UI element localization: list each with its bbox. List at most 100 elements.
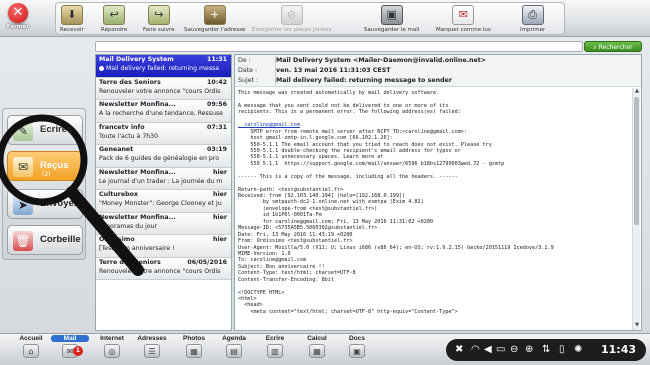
mark-read-label: Marquer comme lus xyxy=(436,27,491,33)
forward-label: Faire suivre xyxy=(143,27,175,33)
message-subject: Renouveler votre annonce "cours Ordis xyxy=(99,267,221,275)
folder-sent[interactable]: ➤ Envoyés xyxy=(7,189,83,219)
dock-label: Internet xyxy=(100,335,124,342)
docs-icon: ▣ xyxy=(349,344,365,358)
message-sender: Geneanet xyxy=(99,146,134,153)
search-input[interactable] xyxy=(95,41,583,52)
message-body: This message was created automatically b… xyxy=(238,90,631,330)
dock-item-internet[interactable]: Internet ◎ xyxy=(93,335,131,358)
receive-mail-icon: ⬇ xyxy=(60,5,83,25)
save-mail-button[interactable]: ▣ Sauvegarder le mail xyxy=(364,5,419,33)
system-tray: ✖ ◠ ◀ ▭ ⊖ ⊕ ⇅ ▯ ✺ 11:43 xyxy=(446,339,646,361)
reply-icon: ↩ xyxy=(103,5,126,25)
network-icon[interactable]: ⇅ xyxy=(542,343,550,357)
dock-item-docs[interactable]: Docs ▣ xyxy=(338,335,376,358)
dock-item-photos[interactable]: Photos ▦ xyxy=(175,335,213,358)
folder-inbox[interactable]: ✉ Reçus (2) xyxy=(7,151,83,181)
message-time: hier xyxy=(212,236,227,243)
save-mail-icon: ▣ xyxy=(380,5,403,25)
sent-icon: ➤ xyxy=(13,195,33,215)
save-attachments-button[interactable]: ⊘ Enregistrer les pièces jointes xyxy=(252,5,331,33)
folder-label: Ecrire xyxy=(40,124,67,135)
dock-item-calc[interactable]: Calcul ▦ xyxy=(298,335,336,358)
calendar-icon: ▤ xyxy=(226,344,242,358)
save-attachments-label: Enregistrer les pièces jointes xyxy=(252,27,332,33)
message-time: 06/05/2016 xyxy=(187,258,227,266)
dock-item-write[interactable]: Ecrire ▥ xyxy=(256,335,294,358)
trash-icon: 🗑 xyxy=(13,231,33,251)
message-time: 09:56 xyxy=(206,101,227,108)
message-item[interactable]: Culturebox hier "Money Monster": George … xyxy=(96,190,231,213)
reply-button[interactable]: ↩ Répondre xyxy=(101,5,127,33)
trash-tray-icon[interactable]: ▯ xyxy=(559,343,565,357)
search-bar: ⌕ Rechercher xyxy=(95,41,642,52)
minus-icon[interactable]: ⊖ xyxy=(510,343,518,357)
scroll-up-icon[interactable]: ▲ xyxy=(633,88,641,96)
battery-icon[interactable]: ▭ xyxy=(496,343,505,357)
from-value: Mail Delivery System <Mailer-Daemon@inva… xyxy=(276,57,487,64)
receive-button[interactable]: ⬇ Recevoir xyxy=(60,5,84,33)
dock-label: Photos xyxy=(182,335,206,342)
unread-dot-icon xyxy=(99,65,104,71)
folder-label: Envoyés xyxy=(40,198,80,209)
date-value: ven. 13 mai 2016 11:31:03 CEST xyxy=(276,67,391,74)
folder-panel: ✎ Ecrire ✉ Reçus (2) ➤ Envoyés 🗑 Corbeil… xyxy=(2,108,86,260)
scrollbar[interactable]: ▲ ▼ xyxy=(632,88,640,330)
message-item[interactable]: Mail Delivery System 11:31 Mail delivery… xyxy=(96,55,231,78)
close-button[interactable]: ✕ Fermer xyxy=(5,3,31,33)
date-label: Date : xyxy=(238,67,258,74)
message-item[interactable]: Newsletter Monfina... hier Panoramas du … xyxy=(96,212,231,235)
message-item[interactable]: Geneanet 03:19 Pack de 6 guides de généa… xyxy=(96,145,231,168)
wifi-icon[interactable]: ◠ xyxy=(471,343,480,357)
scroll-thumb[interactable] xyxy=(634,97,639,225)
message-item[interactable]: Terre des Seniors 10:42 Renouveler votre… xyxy=(96,77,231,100)
dock-item-contacts[interactable]: Adresses ☰ xyxy=(133,335,171,358)
search-button[interactable]: ⌕ Rechercher xyxy=(584,41,642,52)
dock-item-home[interactable]: Accueil ⌂ xyxy=(12,335,50,358)
mark-read-button[interactable]: ✉ Marquer comme lus xyxy=(436,5,491,33)
dock-label: Calcul xyxy=(307,335,327,342)
message-item[interactable]: francetv info 07:31 Toute l'actu à 7h30 xyxy=(96,122,231,145)
message-item[interactable]: Ordissimo hier [Test] Bon anniversaire ! xyxy=(96,235,231,258)
save-address-button[interactable]: + Sauvegarder l'adresse xyxy=(184,5,245,33)
close-label: Fermer xyxy=(6,24,30,30)
write-doc-icon: ▥ xyxy=(267,344,283,358)
dock-item-mail[interactable]: Mail ✉ 1 xyxy=(51,335,89,358)
message-subject: Le journal d'un trader : La journée du m xyxy=(99,177,223,185)
message-item[interactable]: Newsletter Monfina... 09:56 A la recherc… xyxy=(96,100,231,123)
dock-label: Agenda xyxy=(222,335,246,342)
message-item[interactable]: Newsletter Monfina... hier Le journal d'… xyxy=(96,167,231,190)
message-subject: Panoramas du jour xyxy=(99,222,158,230)
attachment-icon: ⊘ xyxy=(280,5,303,25)
message-time: 10:42 xyxy=(206,78,227,86)
toolbar-button-group: ⬇ Recevoir ↩ Répondre ↪ Faire suivre + S… xyxy=(55,2,565,35)
folder-write[interactable]: ✎ Ecrire xyxy=(7,115,83,145)
print-label: Imprimer xyxy=(520,27,546,33)
message-sender: Terre des Seniors xyxy=(99,78,161,86)
search-button-label: Rechercher xyxy=(598,44,633,51)
scroll-down-icon[interactable]: ▼ xyxy=(633,322,641,330)
print-icon: ⎙ xyxy=(521,5,544,25)
plus-icon[interactable]: ⊕ xyxy=(525,343,533,357)
folder-trash[interactable]: 🗑 Corbeille xyxy=(7,225,83,255)
dock-item-calendar[interactable]: Agenda ▤ xyxy=(215,335,253,358)
message-sender: Newsletter Monfina... xyxy=(99,101,176,108)
message-sender: Newsletter Monfina... xyxy=(99,168,176,176)
message-item[interactable]: Terre des Seniors 06/05/2016 Renouveler … xyxy=(96,257,231,280)
tools-icon[interactable]: ✖ xyxy=(455,343,463,357)
search-icon: ⌕ xyxy=(593,44,597,51)
print-button[interactable]: ⎙ Imprimer xyxy=(520,5,545,33)
reply-label: Répondre xyxy=(101,27,128,33)
save-address-label: Sauvegarder l'adresse xyxy=(184,27,246,33)
home-icon: ⌂ xyxy=(23,344,39,358)
settings-icon[interactable]: ✺ xyxy=(574,343,582,357)
from-label: De : xyxy=(238,57,251,64)
mail-badge: 1 xyxy=(73,346,83,356)
forward-button[interactable]: ↪ Faire suivre xyxy=(143,5,175,33)
message-subject: Pack de 6 guides de généalogie en pro xyxy=(99,155,219,162)
volume-icon[interactable]: ◀ xyxy=(484,343,492,357)
save-mail-label: Sauvegarder le mail xyxy=(364,27,420,33)
message-time: 07:31 xyxy=(206,123,227,131)
message-list: Mail Delivery System 11:31 Mail delivery… xyxy=(95,54,232,331)
message-time: hier xyxy=(212,168,227,176)
